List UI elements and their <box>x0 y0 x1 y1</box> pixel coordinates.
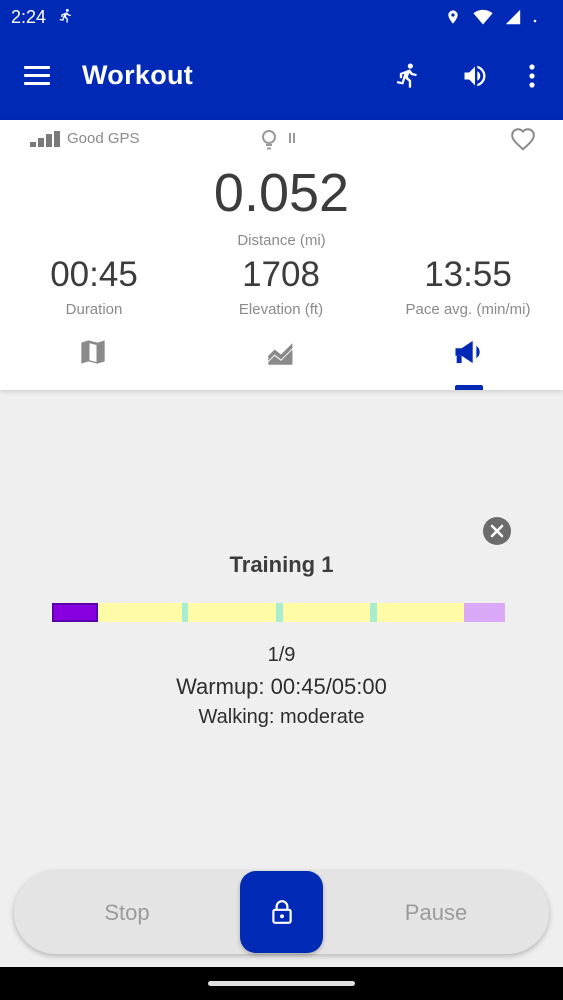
segment-run <box>370 603 377 622</box>
segment-cooldown <box>464 603 505 622</box>
segment-walk <box>283 603 370 622</box>
gps-status: Good GPS <box>30 130 140 147</box>
training-title: Training 1 <box>229 552 334 577</box>
stats-panel: Good GPS 0.052 Distance (mi) 00:45 Durat… <box>0 120 563 390</box>
segment-walk <box>98 603 182 622</box>
tab-chart[interactable] <box>246 338 316 388</box>
signal-icon <box>505 9 521 30</box>
close-icon <box>490 524 504 538</box>
pace-value: 13:55 <box>424 255 512 294</box>
pace-stat: 13:55 Pace avg. (min/mi) <box>374 255 562 318</box>
distance-label: Distance (mi) <box>237 232 326 249</box>
gps-label: Good GPS <box>67 130 140 147</box>
training-current: Warmup: 00:45/05:00 <box>176 674 387 699</box>
duration-label: Duration <box>65 301 123 318</box>
duration-value: 00:45 <box>50 255 138 294</box>
segment-run <box>276 603 283 622</box>
pace-label: Pace avg. (min/mi) <box>405 301 531 318</box>
page-title: Workout <box>82 60 194 90</box>
training-step: 1/9 <box>267 644 296 666</box>
menu-icon[interactable] <box>24 64 52 88</box>
training-progress <box>52 603 509 622</box>
heart-icon[interactable] <box>510 127 536 156</box>
running-icon <box>58 7 74 30</box>
tab-coach[interactable] <box>434 338 504 388</box>
close-training-button[interactable] <box>483 517 511 545</box>
gps-signal-icon <box>30 131 60 147</box>
megaphone-icon <box>453 338 485 388</box>
elevation-stat: 1708 Elevation (ft) <box>187 255 375 318</box>
pause-button[interactable]: Pause <box>323 871 549 954</box>
lock-button[interactable] <box>240 871 323 953</box>
area-chart-icon <box>265 338 297 388</box>
location-icon <box>445 7 461 32</box>
segment-warmup <box>52 603 98 622</box>
stop-button[interactable]: Stop <box>14 871 240 954</box>
wifi-icon <box>473 8 493 31</box>
home-handle[interactable] <box>208 981 355 986</box>
distance-value: 0.052 <box>213 163 350 223</box>
volume-icon[interactable] <box>457 58 493 94</box>
dot-icon <box>533 9 537 30</box>
tab-indicator <box>455 385 483 390</box>
segment-walk <box>188 603 276 622</box>
system-nav-bar <box>0 967 563 1000</box>
map-icon <box>79 338 107 388</box>
running-icon[interactable] <box>390 58 426 94</box>
elevation-value: 1708 <box>242 255 320 294</box>
status-time: 2:24 <box>11 7 47 27</box>
tab-map[interactable] <box>58 338 128 388</box>
segment-walk <box>377 603 464 622</box>
status-bar: 2:24 <box>0 0 563 34</box>
lock-icon <box>271 900 292 924</box>
elevation-label: Elevation (ft) <box>238 301 324 318</box>
duration-stat: 00:45 Duration <box>0 255 188 318</box>
app-bar: Workout <box>0 34 563 120</box>
lightbulb-icon[interactable] <box>260 129 298 158</box>
training-activity: Walking: moderate <box>198 706 365 728</box>
more-vert-icon[interactable] <box>514 58 550 94</box>
